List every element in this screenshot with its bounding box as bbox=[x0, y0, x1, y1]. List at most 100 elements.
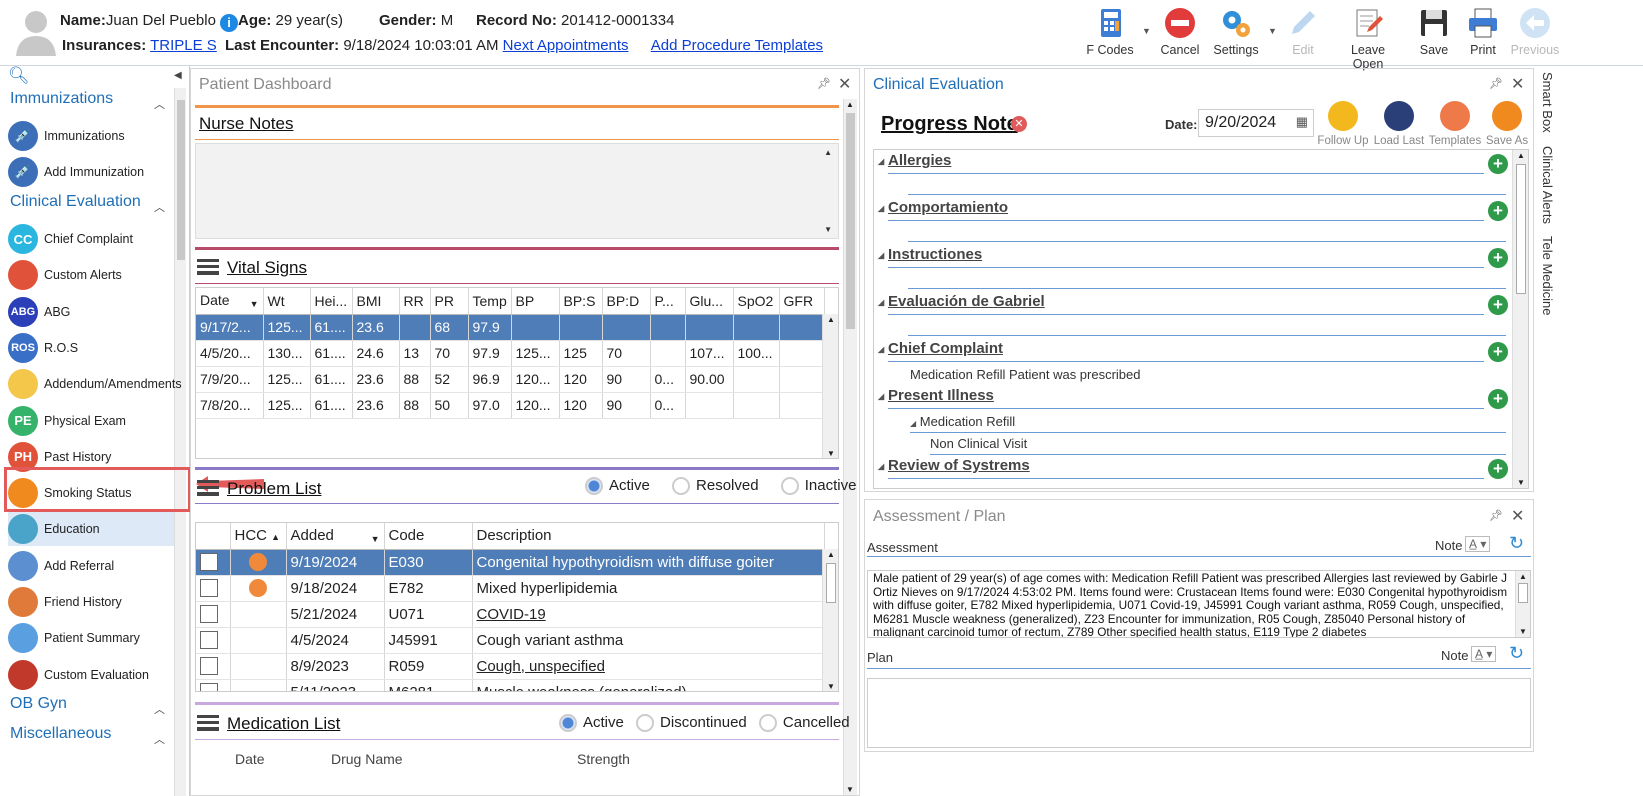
med-col-date[interactable]: Date bbox=[235, 751, 265, 767]
section-immunizations[interactable]: Immunizations bbox=[10, 90, 113, 108]
dashboard-scrollbar[interactable]: ▲ ▼ bbox=[843, 99, 857, 795]
problem-scroll-thumb[interactable] bbox=[826, 563, 836, 603]
tab-tele-medicine[interactable]: Tele Medicine bbox=[1540, 236, 1555, 316]
vitals-col-header[interactable]: Temp bbox=[468, 288, 512, 315]
sidebar-item-abg[interactable]: ABG ABG bbox=[8, 295, 174, 329]
col-select[interactable] bbox=[196, 523, 231, 550]
load-last-button[interactable]: Load Last bbox=[1371, 101, 1427, 147]
section-instructiones[interactable]: Instructiones bbox=[878, 246, 982, 263]
note-scrollbar[interactable]: ▲ ▼ bbox=[1512, 150, 1528, 488]
remove-note-icon[interactable]: ✕ bbox=[1011, 116, 1027, 132]
refresh-icon[interactable]: ↻ bbox=[1509, 533, 1524, 554]
chevron-up-icon[interactable]: ︿ bbox=[154, 96, 165, 112]
edit-button[interactable]: Edit bbox=[1273, 6, 1333, 62]
filter-active-radio[interactable]: Active bbox=[585, 477, 650, 496]
nurse-notes-textarea[interactable]: ▲ ▼ bbox=[195, 143, 839, 239]
vitals-col-header[interactable]: P... bbox=[650, 288, 686, 315]
sidebar-item-custom-evaluation[interactable]: Custom Evaluation bbox=[8, 658, 174, 692]
vitals-row[interactable]: 4/5/20... 130... 61.... 24.6 13 70 97.9 125... 1… bbox=[196, 340, 825, 367]
section-review-of-systrems[interactable]: Review of Systrems bbox=[878, 457, 1030, 474]
assessment-textarea[interactable]: Male patient of 29 year(s) of age comes … bbox=[867, 570, 1531, 638]
close-icon[interactable]: ✕ bbox=[838, 74, 851, 94]
row-checkbox[interactable] bbox=[196, 627, 231, 654]
pin-icon[interactable]: 📌︎ bbox=[817, 77, 831, 90]
row-checkbox[interactable] bbox=[196, 601, 231, 628]
menu-icon[interactable] bbox=[197, 715, 219, 731]
section-miscellaneous[interactable]: Miscellaneous bbox=[10, 725, 111, 743]
vitals-col-header[interactable]: PR bbox=[430, 288, 469, 315]
sidebar-item-add-referral[interactable]: Add Referral bbox=[8, 549, 174, 583]
vitals-row[interactable]: 9/17/2... 125... 61.... 23.6 68 97.9 bbox=[196, 314, 825, 341]
problem-desc[interactable]: Congenital hypothyroidism with diffuse g… bbox=[472, 549, 825, 576]
next-appointments-link[interactable]: Next Appointments bbox=[503, 37, 629, 54]
assessment-scroll-thumb[interactable] bbox=[1518, 583, 1528, 603]
vitals-row[interactable]: 7/8/20... 125... 61.... 23.6 88 50 97.0 120... 1… bbox=[196, 392, 825, 419]
close-icon[interactable]: ✕ bbox=[1511, 74, 1524, 94]
vitals-col-header[interactable]: Hei... bbox=[310, 288, 353, 315]
info-icon[interactable]: i bbox=[220, 14, 239, 32]
problem-desc[interactable]: Cough variant asthma bbox=[472, 627, 825, 654]
close-icon[interactable]: ✕ bbox=[1511, 506, 1524, 526]
section-comportamiento[interactable]: Comportamiento bbox=[878, 199, 1008, 216]
vitals-col-header[interactable]: BP:S bbox=[559, 288, 603, 315]
vitals-col-header[interactable]: Date ▼ bbox=[196, 288, 264, 315]
chevron-up-icon[interactable]: ︿ bbox=[154, 731, 165, 747]
vitals-col-header[interactable]: RR bbox=[399, 288, 431, 315]
sidebar-item-add-immunization[interactable]: 💉 Add Immunization bbox=[8, 155, 174, 189]
section-present-illness[interactable]: Present Illness bbox=[878, 387, 994, 404]
problem-row[interactable]: 5/21/2024 U071 COVID-19 bbox=[196, 601, 825, 628]
problem-desc[interactable]: Mixed hyperlipidemia bbox=[472, 575, 825, 602]
add-section-icon[interactable]: + bbox=[1488, 154, 1508, 174]
leave-open-button[interactable]: Leave Open bbox=[1337, 6, 1399, 71]
previous-button[interactable]: Previous bbox=[1505, 6, 1565, 62]
problem-desc[interactable]: Cough, unspecified bbox=[472, 653, 825, 680]
settings-button[interactable]: Settings bbox=[1206, 6, 1266, 62]
sidebar-item-addendum-amendments[interactable]: Addendum/Amendments bbox=[8, 367, 182, 401]
sidebar-item-chief-complaint[interactable]: CC Chief Complaint bbox=[8, 222, 174, 256]
note-format-dropdown[interactable]: A̲ ▾ bbox=[1465, 536, 1491, 552]
print-button[interactable]: Print bbox=[1453, 6, 1513, 62]
note-date-field[interactable]: 9/20/2024 ▦ bbox=[1198, 109, 1314, 137]
vitals-col-header[interactable]: BP bbox=[511, 288, 560, 315]
problem-row[interactable]: 5/11/2023 M6281 Muscle weakness (generaliz… bbox=[196, 679, 825, 691]
add-procedure-templates-link[interactable]: Add Procedure Templates bbox=[651, 37, 823, 54]
add-section-icon[interactable]: + bbox=[1488, 248, 1508, 268]
vitals-col-header[interactable]: Wt bbox=[263, 288, 311, 315]
refresh-icon[interactable]: ↻ bbox=[1509, 643, 1524, 664]
sidebar-item-physical-exam[interactable]: PE Physical Exam bbox=[8, 404, 174, 438]
templates-button[interactable]: Templates bbox=[1427, 101, 1483, 147]
problem-desc[interactable]: Muscle weakness (generalized) bbox=[472, 679, 825, 691]
search-icon[interactable]: 🔍︎ bbox=[8, 66, 30, 86]
add-section-icon[interactable]: + bbox=[1488, 389, 1508, 409]
row-checkbox[interactable] bbox=[196, 575, 231, 602]
menu-icon[interactable] bbox=[197, 480, 219, 496]
sidebar-scrollbar[interactable] bbox=[174, 88, 186, 796]
insurance-link[interactable]: TRIPLE S bbox=[150, 37, 217, 54]
assessment-scrollbar[interactable]: ▲ ▼ bbox=[1515, 571, 1530, 637]
add-section-icon[interactable]: + bbox=[1488, 342, 1508, 362]
plan-format-dropdown[interactable]: A̲ ▾ bbox=[1471, 646, 1497, 662]
fcodes-button[interactable]: F Codes bbox=[1080, 6, 1140, 62]
sidebar-item-r-o-s[interactable]: ROS R.O.S bbox=[8, 331, 174, 365]
section-clinical-evaluation[interactable]: Clinical Evaluation bbox=[10, 193, 141, 211]
add-section-icon[interactable]: + bbox=[1488, 201, 1508, 221]
save-as-button[interactable]: Save As bbox=[1479, 101, 1535, 147]
row-checkbox[interactable] bbox=[196, 653, 231, 680]
cancel-button[interactable]: Cancel bbox=[1150, 6, 1210, 62]
med-col-drug[interactable]: Drug Name bbox=[331, 751, 403, 767]
problem-row[interactable]: 8/9/2023 R059 Cough, unspecified bbox=[196, 653, 825, 680]
med-filter-discontinued-radio[interactable]: Discontinued bbox=[636, 714, 747, 733]
vitals-col-header[interactable]: SpO2 bbox=[733, 288, 780, 315]
section-allergies[interactable]: Allergies bbox=[878, 152, 951, 169]
note-scroll-thumb[interactable] bbox=[1516, 164, 1526, 294]
problem-row[interactable]: 4/5/2024 J45991 Cough variant asthma bbox=[196, 627, 825, 654]
vitals-col-header[interactable]: Glu... bbox=[685, 288, 734, 315]
med-filter-active-radio[interactable]: Active bbox=[559, 714, 624, 733]
calendar-icon[interactable]: ▦ bbox=[1296, 114, 1308, 130]
problem-row[interactable]: 9/19/2024 E030 Congenital hypothyroidism w… bbox=[196, 549, 825, 576]
collapse-sidebar-icon[interactable]: ◀ bbox=[174, 70, 182, 81]
med-col-strength[interactable]: Strength bbox=[577, 751, 630, 767]
col-code[interactable]: Code bbox=[384, 523, 473, 550]
section-ob-gyn[interactable]: OB Gyn bbox=[10, 695, 67, 713]
problem-desc[interactable]: COVID-19 bbox=[472, 601, 825, 628]
